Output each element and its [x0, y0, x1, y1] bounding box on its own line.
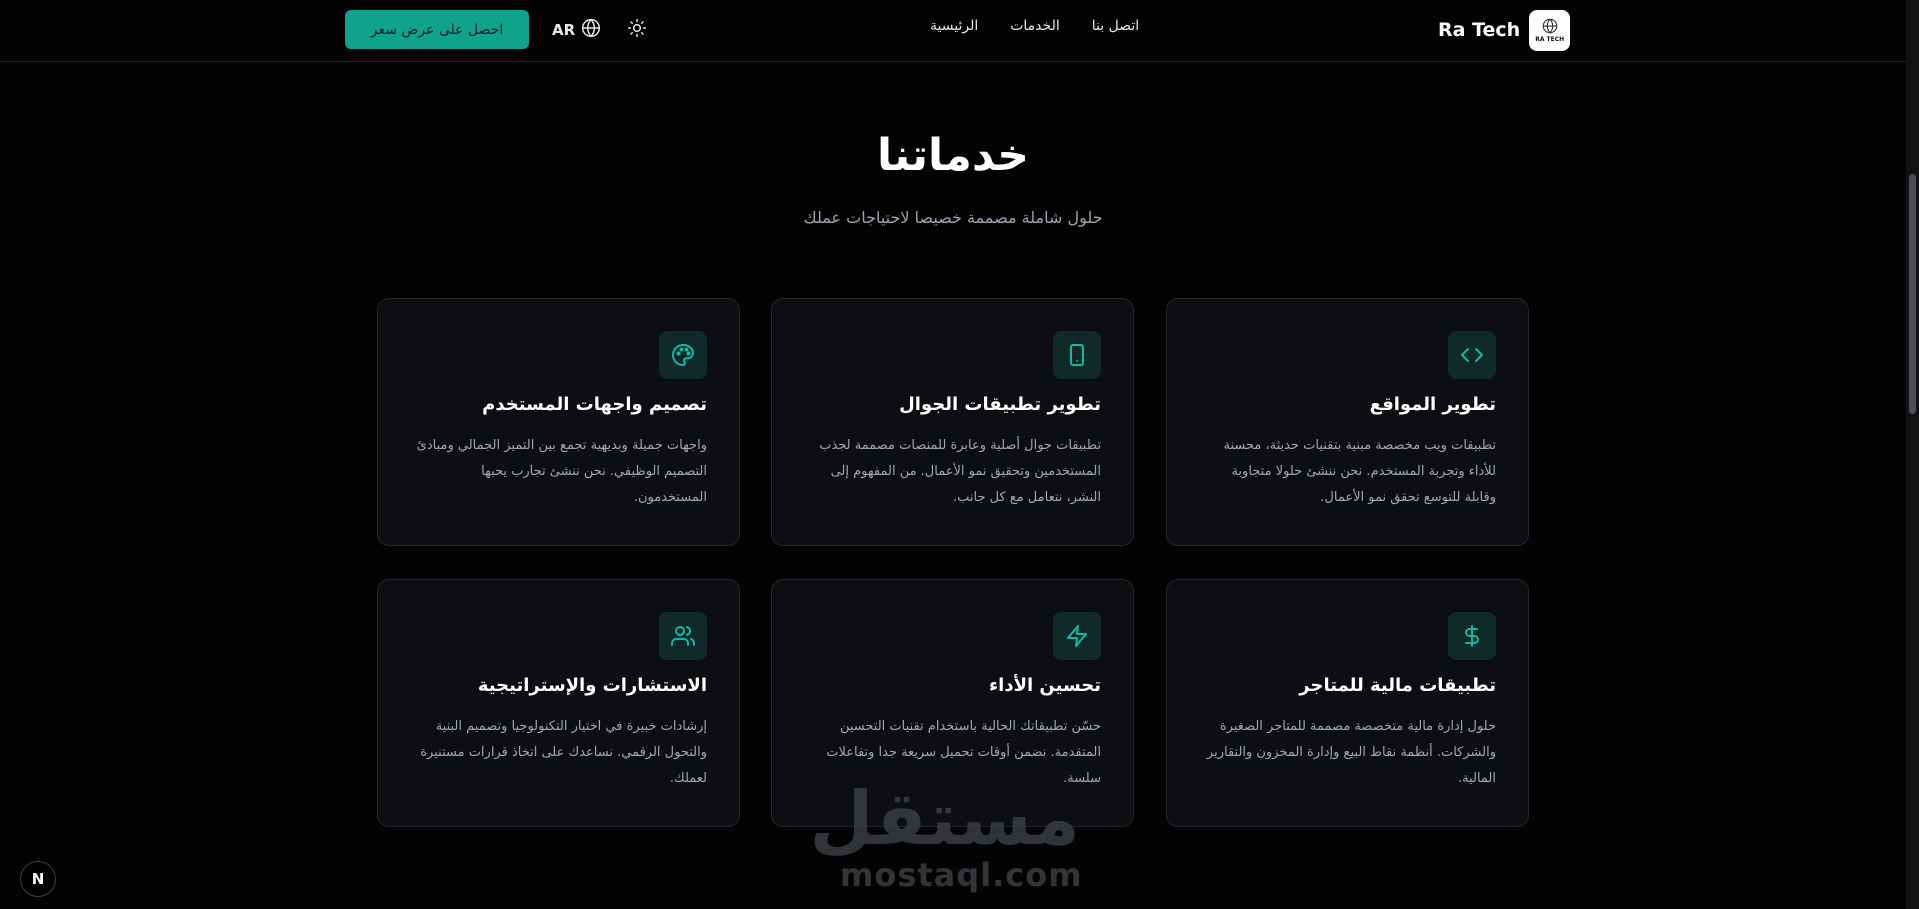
brand-name: Ra Tech: [1438, 19, 1521, 41]
zap-icon: [1053, 612, 1101, 660]
card-description: إرشادات خبيرة في اختيار التكنولوجيا وتصم…: [420, 719, 707, 786]
card-title: تحسين الأداء: [988, 675, 1101, 696]
service-card-ui[interactable]: تصميم واجهات المستخدم واجهات جميلة وبديه…: [377, 298, 740, 546]
scrollbar-thumb[interactable]: [1909, 174, 1916, 414]
card-title: تطوير تطبيقات الجوال: [899, 394, 1101, 415]
service-card-consulting[interactable]: الاستشارات والإستراتيجية إرشادات خبيرة ف…: [377, 579, 740, 827]
watermark-latin: mostaql.com: [840, 856, 1083, 894]
dollar-icon: [1448, 612, 1496, 660]
service-card-finance[interactable]: تطبيقات مالية للمتاجر حلول إدارة مالية م…: [1166, 579, 1529, 827]
card-title: تصميم واجهات المستخدم: [482, 394, 707, 415]
nav-item-contact[interactable]: اتصل بنا: [1092, 18, 1139, 42]
brand[interactable]: Ra Tech RA TECH: [1438, 9, 1571, 51]
card-description: تطبيقات جوال أصلية وعابرة للمنصات مصممة …: [819, 438, 1101, 505]
card-title: تطوير المواقع: [1369, 394, 1496, 415]
palette-icon: [659, 331, 707, 379]
sun-icon: [627, 18, 647, 42]
nav-item-home[interactable]: الرئيسية: [930, 18, 978, 42]
services-subtitle: حلول شاملة مصممة خصيصا لاحتياجات عملك: [803, 208, 1103, 227]
mostaql-watermark: مستقل mostaql.com: [809, 776, 1083, 894]
service-card-mobile[interactable]: تطوير تطبيقات الجوال تطبيقات جوال أصلية …: [771, 298, 1134, 546]
card-title: تطبيقات مالية للمتاجر: [1299, 675, 1496, 696]
brand-logo: RA TECH: [1529, 9, 1571, 51]
smartphone-icon: [1053, 331, 1101, 379]
watermark-arabic: مستقل: [809, 776, 1080, 862]
theme-toggle-button[interactable]: [626, 18, 648, 42]
services-title: خدماتنا: [877, 130, 1029, 181]
main-nav: الرئيسية الخدمات اتصل بنا: [930, 18, 1139, 42]
service-card-web[interactable]: تطوير المواقع تطبيقات ويب مخصصة مبنية بت…: [1166, 298, 1529, 546]
nextjs-badge-button[interactable]: N: [20, 861, 56, 897]
top-navbar: احصل على عرض سعر AR الرئيسية الخدمات اتص…: [0, 0, 1906, 62]
card-description: واجهات جميلة وبديهية تجمع بين التميز الج…: [416, 438, 707, 505]
code-icon: [1448, 331, 1496, 379]
users-icon: [659, 612, 707, 660]
scrollbar[interactable]: [1906, 0, 1919, 909]
language-switcher[interactable]: AR: [552, 18, 601, 42]
globe-logo-icon: [1542, 18, 1557, 34]
card-title: الاستشارات والإستراتيجية: [477, 675, 707, 696]
card-description: حلول إدارة مالية متخصصة مصممة للمتاجر ال…: [1206, 719, 1496, 786]
card-description: تطبيقات ويب مخصصة مبنية بتقنيات حديثة، م…: [1223, 438, 1496, 505]
globe-icon: [581, 18, 601, 42]
logo-text: RA TECH: [1535, 36, 1565, 43]
get-quote-button[interactable]: احصل على عرض سعر: [345, 10, 529, 49]
nav-item-services[interactable]: الخدمات: [1010, 18, 1060, 42]
language-label: AR: [552, 21, 576, 39]
